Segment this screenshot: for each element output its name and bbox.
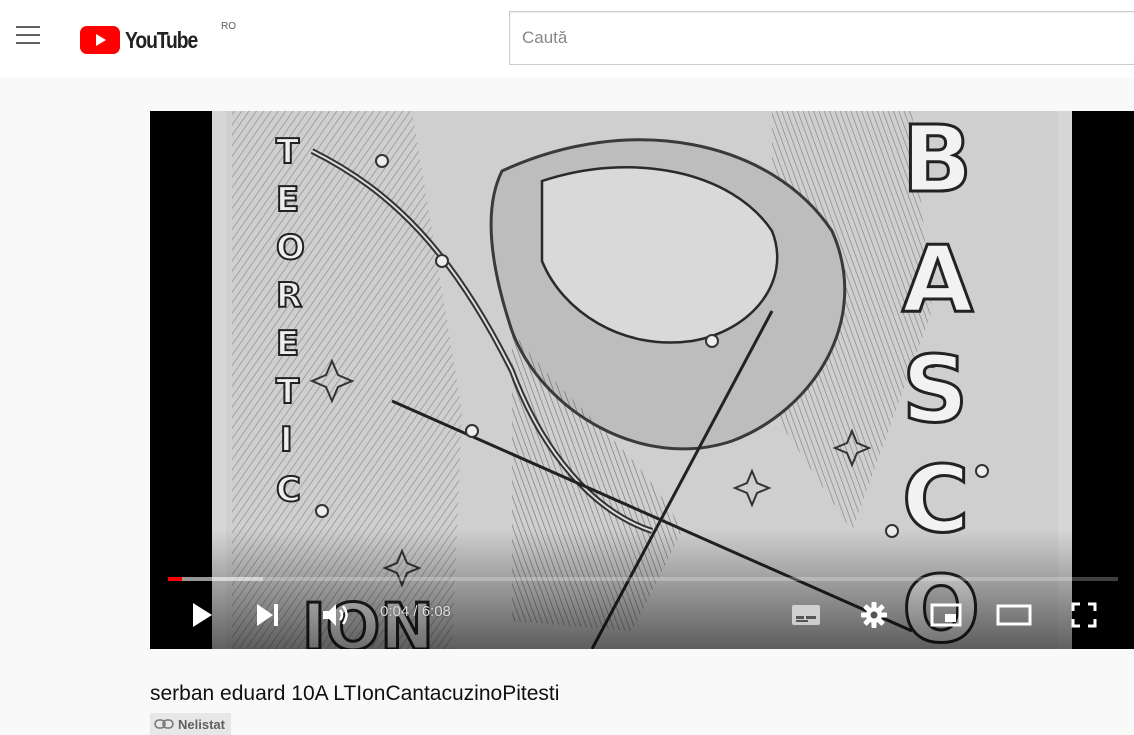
logo-text: YouTube — [125, 26, 198, 53]
fullscreen-button[interactable] — [1064, 595, 1104, 635]
visibility-label: Nelistat — [178, 716, 225, 732]
visibility-badge: Nelistat — [150, 713, 231, 735]
theater-mode-button[interactable] — [992, 595, 1036, 635]
artwork-letter: T — [276, 372, 300, 412]
progress-bar[interactable] — [168, 577, 1118, 581]
link-icon — [154, 719, 174, 729]
artwork-letter: S — [902, 336, 968, 443]
next-icon — [257, 604, 278, 626]
youtube-play-logo-icon — [80, 26, 120, 54]
masthead: YouTube RO — [0, 0, 1134, 78]
fullscreen-icon — [1071, 602, 1097, 628]
country-code: RO — [221, 21, 236, 32]
controls-gradient — [150, 529, 1134, 649]
miniplayer-icon — [930, 603, 962, 627]
artwork-letter: E — [276, 324, 299, 364]
menu-icon[interactable] — [16, 26, 40, 44]
video-player[interactable]: T E O R E T I C ION B A S C O — [150, 111, 1134, 649]
youtube-logo[interactable]: YouTube RO — [80, 21, 236, 54]
progress-buffered — [168, 577, 263, 581]
artwork-letter: O — [276, 228, 305, 268]
artwork-letter: E — [276, 180, 299, 220]
artwork-letter: T — [276, 132, 300, 172]
volume-icon — [323, 604, 348, 626]
theater-mode-icon — [996, 604, 1032, 626]
time-display: 0:04 / 6:08 — [380, 603, 451, 620]
video-title: serban eduard 10A LTIonCantacuzinoPitest… — [150, 682, 560, 705]
artwork-letter: B — [902, 111, 972, 213]
subtitles-icon — [792, 605, 820, 625]
search-box — [509, 11, 1134, 65]
miniplayer-button[interactable] — [924, 595, 968, 635]
artwork-letter: C — [276, 470, 301, 510]
subtitles-button[interactable] — [786, 595, 826, 635]
search-input[interactable] — [520, 27, 1124, 49]
play-button[interactable] — [184, 595, 220, 635]
play-icon — [193, 603, 212, 627]
volume-button[interactable] — [316, 595, 356, 635]
settings-button[interactable] — [854, 595, 894, 635]
next-button[interactable] — [250, 595, 286, 635]
progress-track — [168, 577, 1118, 581]
gear-icon — [861, 602, 887, 628]
progress-played — [168, 577, 182, 581]
artwork-letter: A — [902, 226, 973, 333]
artwork-letter: R — [276, 276, 302, 316]
artwork-letter: I — [280, 420, 293, 460]
